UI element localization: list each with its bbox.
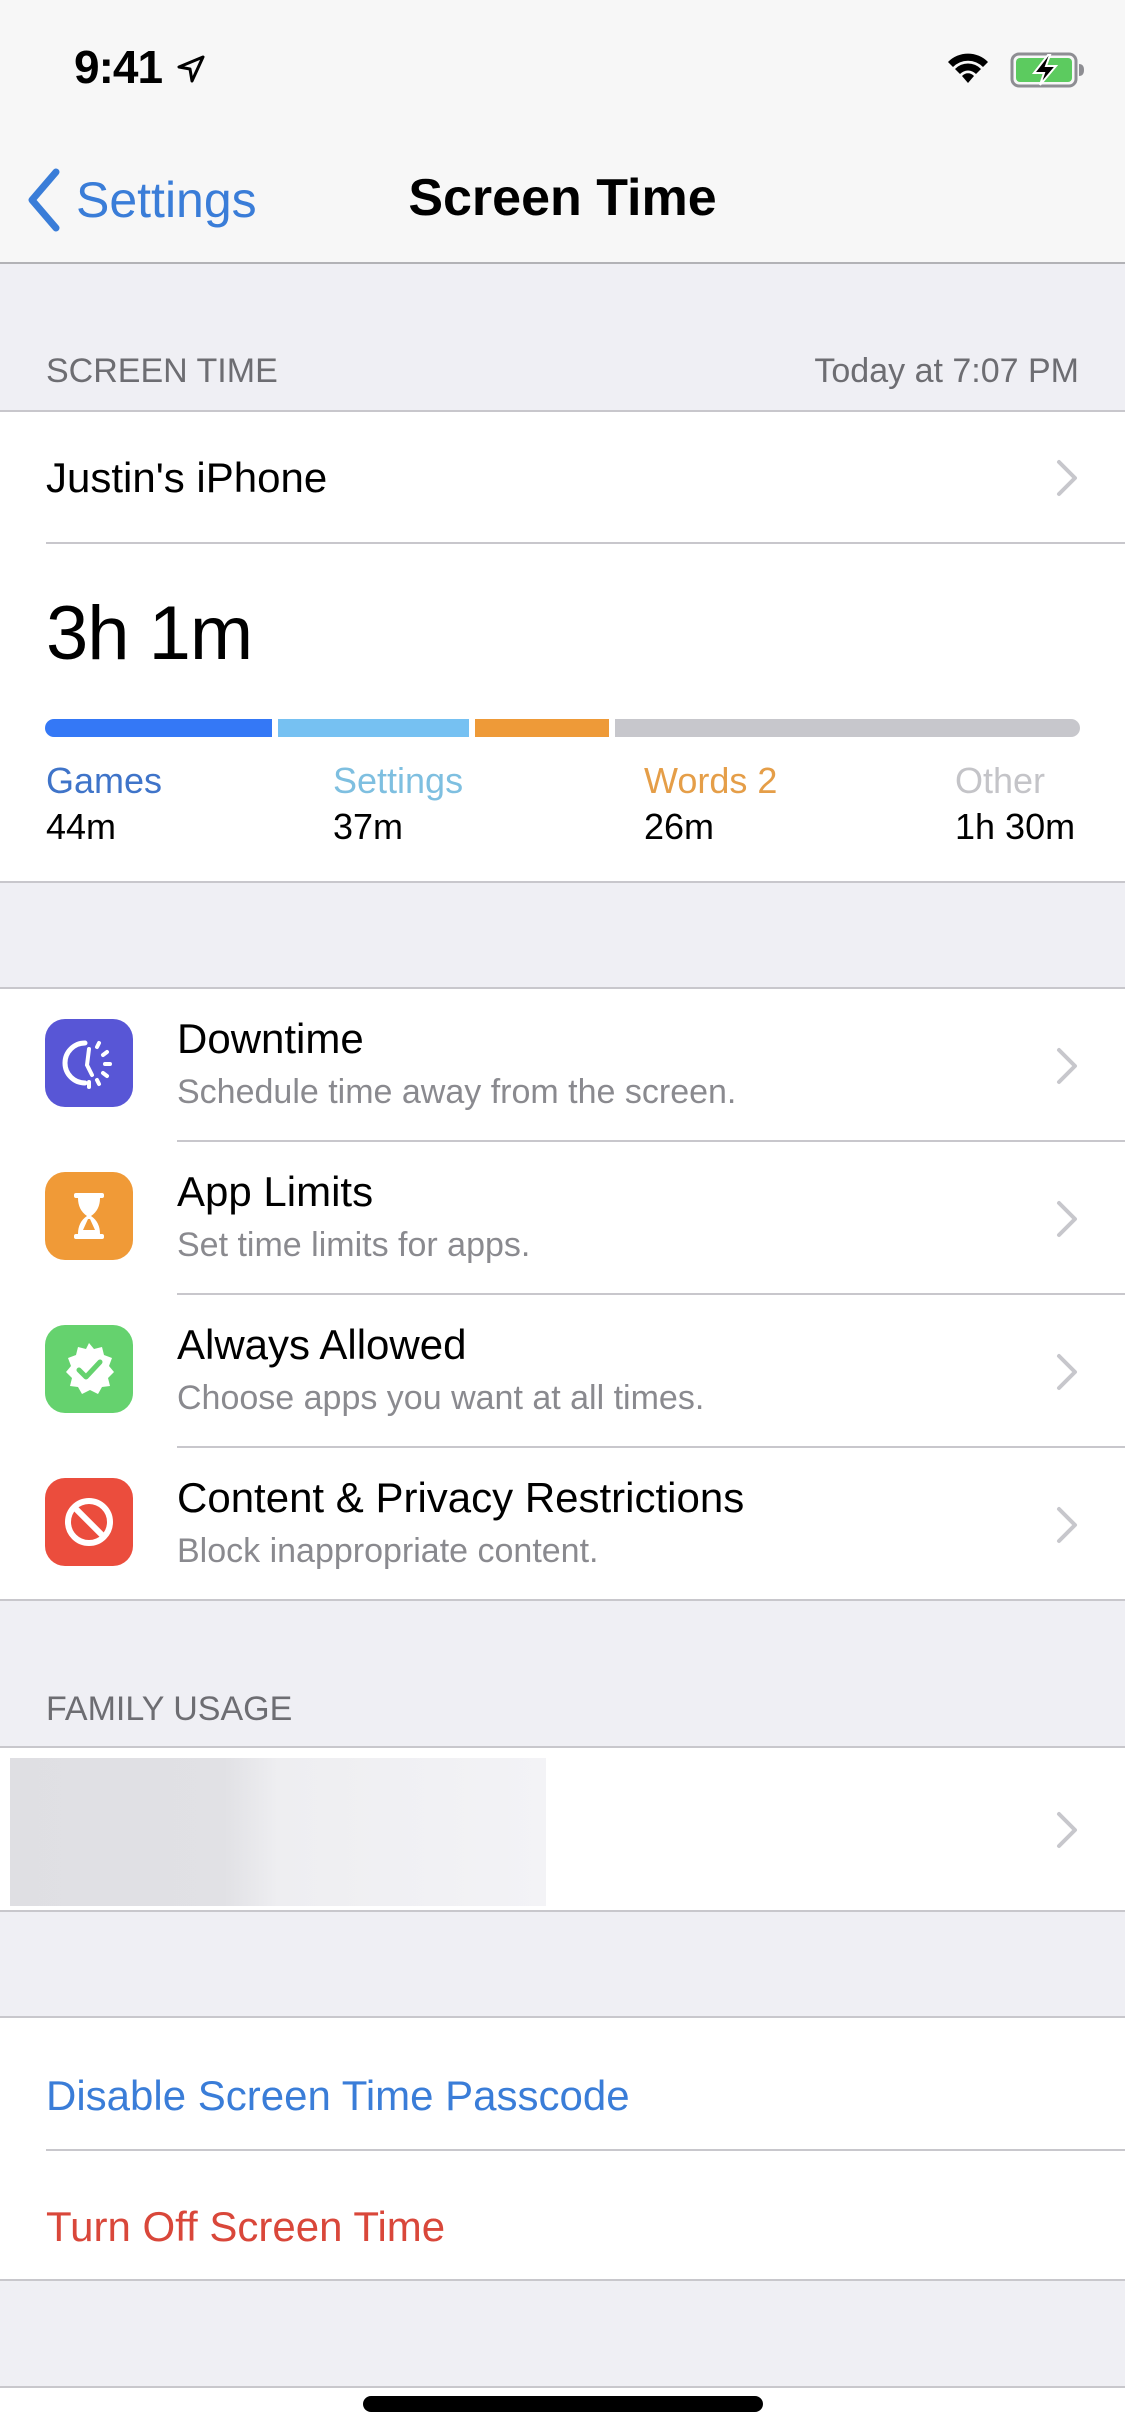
usage-bar-segment-games (45, 719, 273, 737)
screen-time-summary: Justin's iPhone 3h 1m Games 44m Settings 37… (0, 410, 1125, 883)
feature-subtitle: Block inappropriate content. (177, 1532, 599, 1570)
battery-charging-icon (1010, 52, 1084, 88)
legend-label: Other (955, 760, 1046, 801)
location-arrow-icon (177, 55, 205, 83)
turn-off-screen-time-button[interactable]: Turn Off Screen Time (46, 2203, 445, 2251)
legend-item: Other 1h 30m (955, 760, 1075, 848)
feature-title: Always Allowed (177, 1321, 467, 1368)
chevron-right-icon (1057, 1048, 1077, 1084)
features-list: Downtime Schedule time away from the scre… (0, 987, 1125, 1601)
family-member-row[interactable] (0, 1746, 1125, 1912)
section-title: SCREEN TIME (46, 352, 278, 390)
legend-label: Games (46, 760, 163, 801)
section-header-family: FAMILY USAGE (46, 1690, 1079, 1729)
feature-row-content-privacy-restrictions[interactable]: Content & Privacy Restrictions Block inap… (0, 1448, 1125, 1601)
chevron-right-icon (1057, 1507, 1077, 1543)
usage-bar-segment-other (615, 719, 1080, 737)
usage-bar-segment-words-2 (475, 719, 610, 737)
legend-value: 44m (46, 806, 117, 847)
device-row[interactable]: Justin's iPhone (0, 412, 1125, 543)
wifi-icon (948, 53, 988, 83)
navigation-bar: 9:41 Settings Screen Time (0, 0, 1125, 264)
feature-row-always-allowed[interactable]: Always Allowed Choose apps you want at al… (0, 1295, 1125, 1448)
legend-item: Settings 37m (333, 760, 463, 848)
device-name: Justin's iPhone (46, 454, 328, 501)
feature-title: Content & Privacy Restrictions (177, 1474, 745, 1521)
downtime-icon (45, 1019, 133, 1107)
chevron-right-icon (1057, 1812, 1077, 1848)
feature-title: App Limits (177, 1168, 374, 1215)
legend-label: Words 2 (644, 760, 778, 801)
prohibited-icon (45, 1478, 133, 1566)
page-title-text: Screen Time (408, 169, 717, 227)
redacted-family-member (10, 1758, 546, 1906)
usage-bar (45, 719, 1080, 737)
feature-row-app-limits[interactable]: App Limits Set time limits for apps. (0, 1142, 1125, 1295)
chevron-right-icon (1057, 1354, 1077, 1390)
last-updated: Today at 7:07 PM (814, 352, 1079, 390)
chevron-right-icon (1057, 1201, 1077, 1237)
separator (46, 2149, 1125, 2151)
feature-subtitle: Choose apps you want at all times. (177, 1379, 705, 1417)
section-title: FAMILY USAGE (46, 1690, 293, 1728)
separator (46, 542, 1125, 544)
total-screen-time: 3h 1m (46, 591, 253, 676)
legend-value: 26m (644, 806, 715, 847)
feature-subtitle: Schedule time away from the screen. (177, 1073, 737, 1111)
page-title: Screen Time (0, 168, 1125, 228)
actions-group: Disable Screen Time Passcode Turn Off Sc… (0, 2016, 1125, 2281)
status-time: 9:41 (74, 41, 163, 93)
feature-title: Downtime (177, 1015, 364, 1062)
hourglass-icon (45, 1172, 133, 1260)
legend-value: 37m (333, 806, 404, 847)
disable-passcode-button[interactable]: Disable Screen Time Passcode (46, 2072, 630, 2120)
feature-row-downtime[interactable]: Downtime Schedule time away from the scre… (0, 989, 1125, 1142)
feature-subtitle: Set time limits for apps. (177, 1226, 531, 1264)
legend-item: Words 2 26m (644, 760, 777, 848)
checkmark-seal-icon (45, 1325, 133, 1413)
legend-label: Settings (333, 760, 464, 801)
legend-value: 1h 30m (955, 806, 1076, 847)
home-indicator[interactable] (363, 2396, 763, 2412)
section-header-screen-time: SCREEN TIME Today at 7:07 PM (46, 352, 1079, 391)
chevron-right-icon (1057, 460, 1077, 496)
usage-bar-segment-settings (278, 719, 470, 737)
legend-item: Games 44m (46, 760, 162, 848)
